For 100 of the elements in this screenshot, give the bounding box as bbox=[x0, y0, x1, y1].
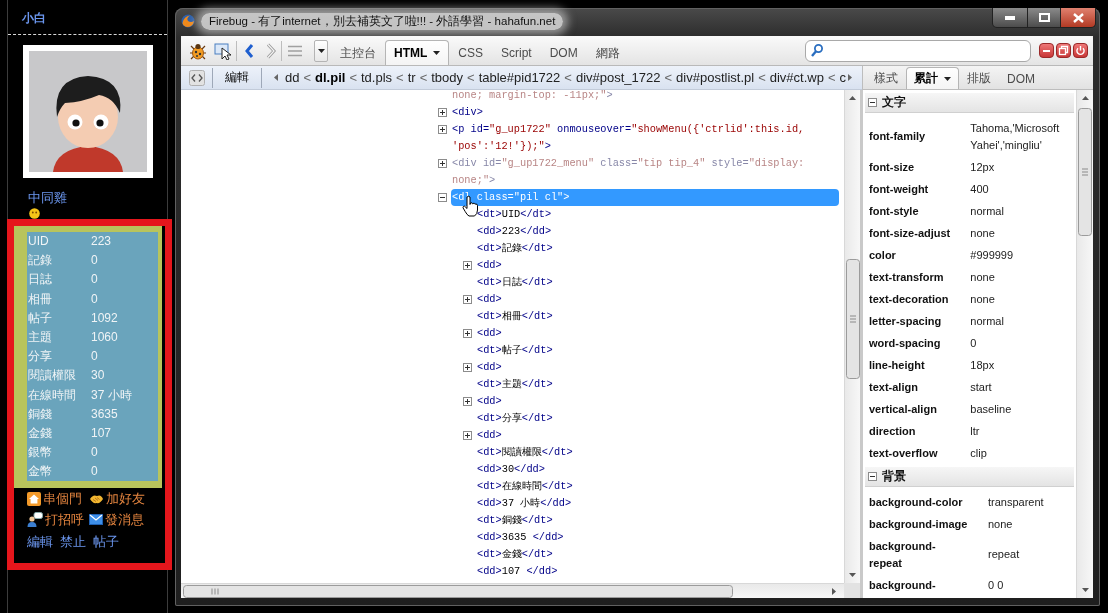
breadcrumb-link[interactable]: dl.pil bbox=[315, 70, 346, 85]
expand-icon[interactable] bbox=[463, 329, 472, 338]
code-line[interactable]: <dd> bbox=[477, 325, 502, 342]
panel-tab[interactable]: HTML bbox=[385, 40, 450, 65]
vertical-scrollbar[interactable] bbox=[844, 90, 860, 583]
ban-link[interactable]: 禁止 bbox=[60, 533, 86, 553]
panel-tab[interactable]: 排版 bbox=[959, 67, 999, 89]
message-link[interactable]: 發消息 bbox=[89, 511, 144, 528]
code-line[interactable]: <dd>3635 </dd> bbox=[477, 529, 564, 546]
scroll-up-icon[interactable] bbox=[849, 96, 856, 100]
scroll-right-icon[interactable] bbox=[848, 74, 853, 81]
minimize-button[interactable] bbox=[992, 8, 1028, 28]
property-name: background-color bbox=[869, 494, 964, 510]
add-friend-link[interactable]: 加好友 bbox=[89, 490, 145, 507]
back-icon[interactable] bbox=[244, 42, 254, 59]
panel-tab[interactable]: DOM bbox=[999, 67, 1043, 89]
breadcrumb-link[interactable]: table#pid1722 bbox=[478, 70, 561, 85]
code-view-icon[interactable] bbox=[189, 69, 205, 86]
scrollbar-thumb[interactable] bbox=[1078, 108, 1092, 236]
code-line[interactable]: <dt>相冊</dt> bbox=[477, 308, 553, 325]
panel-tab[interactable]: CSS bbox=[449, 40, 492, 65]
code-line[interactable]: <dt>銅錢</dt> bbox=[477, 512, 553, 529]
panel-tab[interactable]: 累計 bbox=[906, 67, 959, 89]
property-name: background-image bbox=[869, 516, 969, 532]
code-line[interactable]: <p id="g_up1722" onmouseover="showMenu({'ctrlid':this.id, 'pos':'12!'});"> bbox=[452, 121, 805, 155]
username-link[interactable]: 小白 bbox=[22, 10, 46, 26]
code-line[interactable]: none; margin-top: -11px;"> bbox=[452, 90, 613, 104]
rank-link[interactable]: 中同雞 bbox=[28, 190, 67, 207]
expand-icon[interactable] bbox=[438, 159, 447, 168]
expand-icon[interactable] bbox=[463, 363, 472, 372]
greet-link[interactable]: 打招呼 bbox=[27, 511, 84, 528]
expand-icon[interactable] bbox=[438, 108, 447, 117]
code-line[interactable]: <dd>107 </dd> bbox=[477, 563, 558, 580]
stat-value: 107 bbox=[91, 425, 112, 441]
breadcrumb-separator: < bbox=[396, 70, 404, 85]
scrollbar-thumb[interactable] bbox=[845, 259, 860, 379]
inspect-icon[interactable] bbox=[214, 41, 232, 60]
breadcrumb-link[interactable]: dd bbox=[285, 70, 300, 85]
expand-icon[interactable] bbox=[463, 261, 472, 270]
code-line[interactable]: <dt>日誌</dt> bbox=[477, 274, 553, 291]
code-line[interactable]: <dt>主題</dt> bbox=[477, 376, 553, 393]
code-line[interactable]: <dd>223</dd> bbox=[477, 223, 552, 240]
expand-icon[interactable] bbox=[463, 397, 472, 406]
smiley-icon bbox=[29, 208, 40, 219]
breadcrumb-link[interactable]: c bbox=[839, 70, 847, 85]
code-line[interactable]: <dd> bbox=[477, 393, 502, 410]
scroll-down-icon[interactable] bbox=[849, 573, 856, 577]
horizontal-scrollbar[interactable] bbox=[181, 583, 844, 598]
maximize-button[interactable] bbox=[1028, 8, 1061, 28]
scroll-up-icon[interactable] bbox=[1081, 96, 1089, 100]
collapse-icon[interactable] bbox=[868, 472, 877, 481]
code-line[interactable]: <dt>記錄</dt> bbox=[477, 240, 553, 257]
vertical-scrollbar[interactable] bbox=[1076, 90, 1093, 598]
breadcrumb-link[interactable]: div#postlist.pl bbox=[676, 70, 755, 85]
panel-tab[interactable]: 網路 bbox=[586, 40, 629, 65]
scroll-down-icon[interactable] bbox=[1081, 588, 1089, 592]
minimize-icon[interactable] bbox=[1039, 43, 1054, 58]
bug-icon[interactable] bbox=[188, 41, 208, 60]
restore-icon[interactable] bbox=[1056, 43, 1071, 58]
code-line[interactable]: <div> bbox=[452, 104, 483, 121]
code-line[interactable]: <dt>閱讀權限</dt> bbox=[477, 444, 573, 461]
visit-link[interactable]: 串個門 bbox=[27, 490, 82, 507]
code-line[interactable]: <dd> bbox=[477, 359, 502, 376]
code-line[interactable]: <dt>分享</dt> bbox=[477, 410, 553, 427]
expand-icon[interactable] bbox=[463, 431, 472, 440]
breadcrumb-link[interactable]: div#post_1722 bbox=[575, 70, 661, 85]
edit-link[interactable]: 編輯 bbox=[27, 533, 53, 553]
code-line[interactable]: <dd> bbox=[477, 427, 502, 444]
collapse-icon[interactable] bbox=[868, 98, 877, 107]
expand-icon[interactable] bbox=[438, 125, 447, 134]
panel-tab[interactable]: 樣式 bbox=[866, 67, 906, 89]
collapse-icon[interactable] bbox=[438, 193, 447, 202]
breadcrumb-link[interactable]: tbody bbox=[431, 70, 464, 85]
code-line[interactable]: <div id="g_up1722_menu" class="tip tip_4" style="display: none;"> bbox=[452, 155, 805, 189]
code-line[interactable]: <dd>30</dd> bbox=[477, 461, 545, 478]
code-line[interactable]: <dd>37 小時</dd> bbox=[477, 495, 572, 512]
scroll-left-icon[interactable] bbox=[274, 74, 278, 81]
code-line[interactable]: <dd> bbox=[477, 257, 502, 274]
breadcrumb-link[interactable]: td.pls bbox=[361, 70, 393, 85]
panel-tab[interactable]: Script bbox=[492, 40, 541, 65]
code-line[interactable]: <dt>金錢</dt> bbox=[477, 546, 553, 563]
search-field[interactable] bbox=[805, 39, 1031, 62]
code-line[interactable]: <dt>在線時間</dt> bbox=[477, 478, 573, 495]
panel-tab[interactable]: DOM bbox=[540, 40, 587, 65]
scrollbar-thumb[interactable] bbox=[183, 584, 733, 598]
code-line[interactable]: <dd> bbox=[477, 291, 502, 308]
close-button[interactable] bbox=[1061, 8, 1096, 28]
expand-icon[interactable] bbox=[463, 295, 472, 304]
panel-tab[interactable]: 主控台 bbox=[331, 40, 385, 65]
power-icon[interactable] bbox=[1073, 43, 1088, 58]
edit-button[interactable]: 編輯 bbox=[220, 69, 254, 86]
code-line[interactable]: <dt>帖子</dt> bbox=[477, 342, 553, 359]
scroll-right-icon[interactable] bbox=[832, 587, 836, 595]
posts-link[interactable]: 帖子 bbox=[93, 533, 119, 553]
breadcrumb-link[interactable]: tr bbox=[407, 70, 416, 85]
code-line[interactable]: <dt>UID</dt> bbox=[477, 206, 552, 223]
stat-value: 0 bbox=[91, 349, 98, 365]
stat-value: 0 bbox=[91, 291, 98, 307]
dropdown-button[interactable] bbox=[314, 39, 328, 62]
breadcrumb-link[interactable]: div#ct.wp bbox=[769, 70, 824, 85]
